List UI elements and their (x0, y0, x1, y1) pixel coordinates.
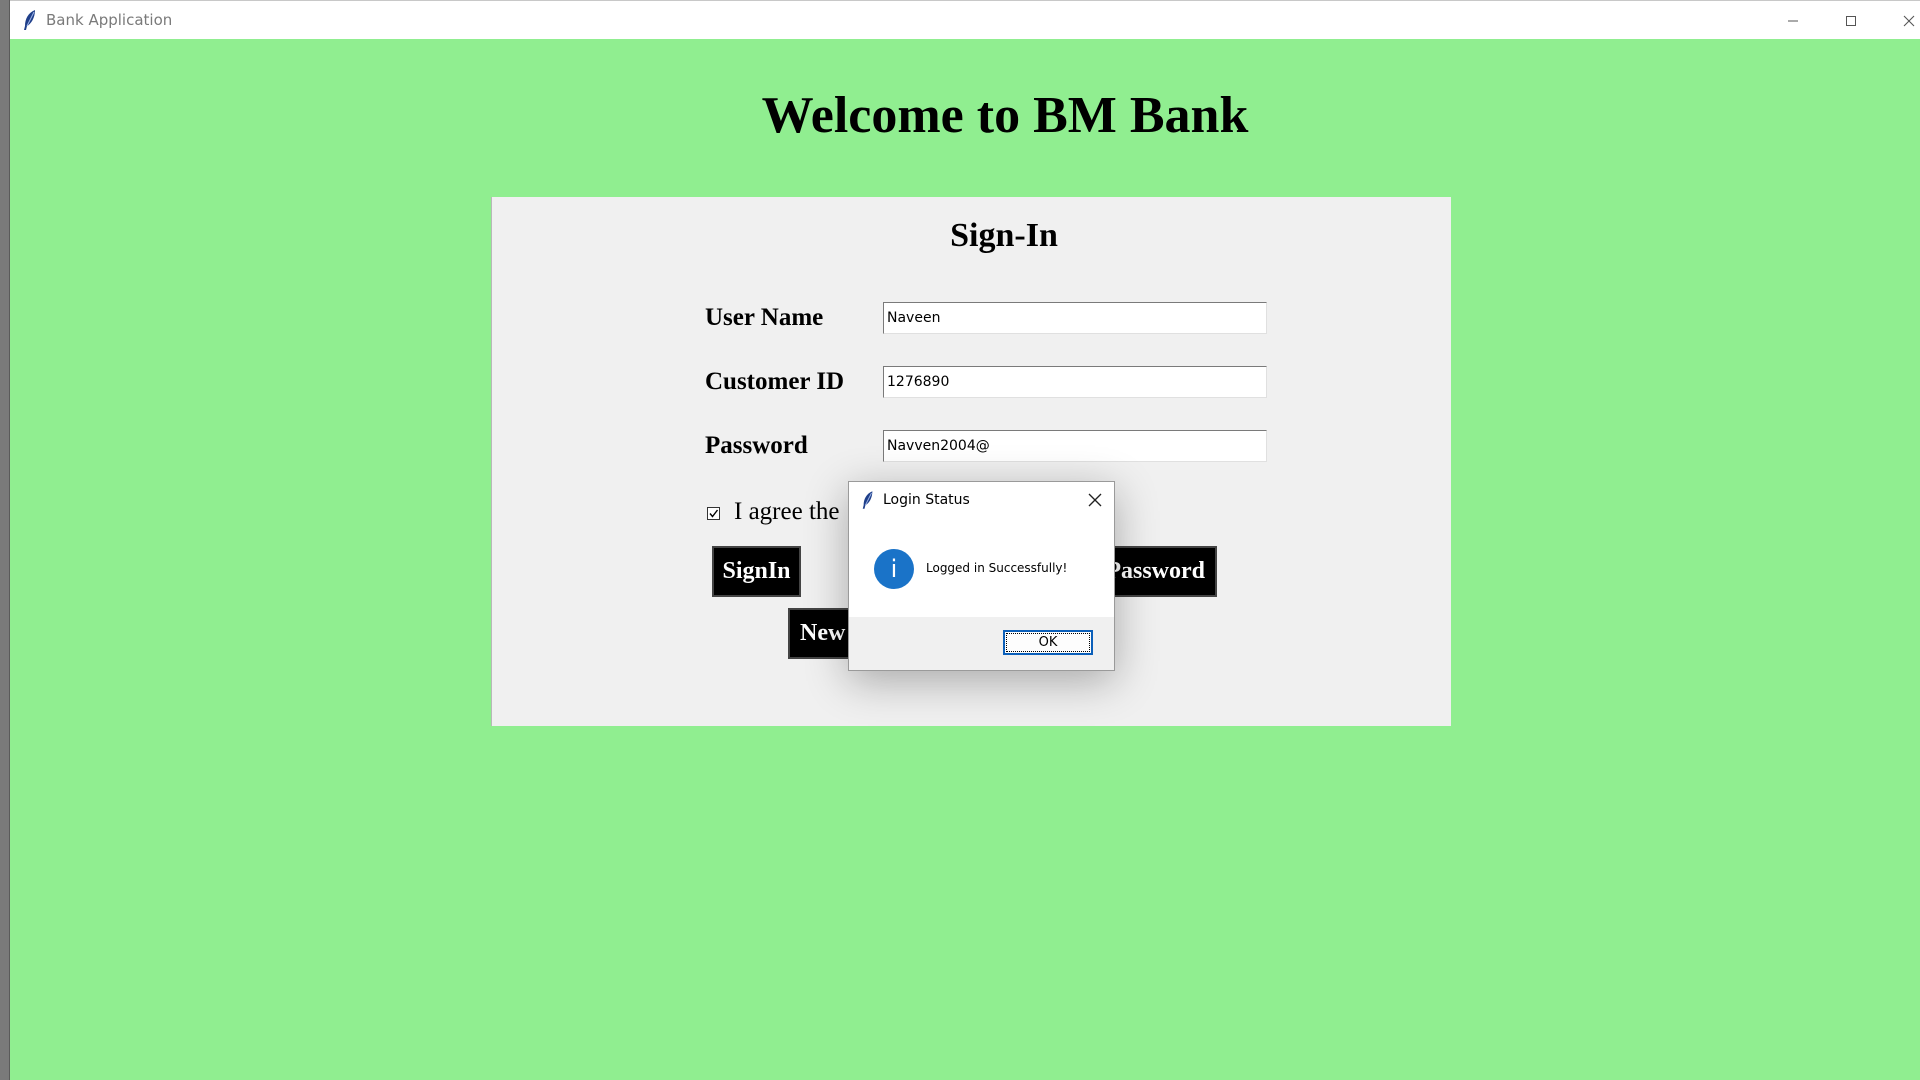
window-title: Bank Application (46, 11, 173, 29)
minimize-icon (1788, 20, 1798, 21)
dialog-close-button[interactable] (1086, 491, 1104, 509)
welcome-heading: Welcome to BM Bank (761, 87, 1249, 144)
dialog-title: Login Status (883, 492, 970, 508)
agree-checkbox[interactable] (707, 507, 720, 520)
close-button[interactable] (1880, 1, 1920, 40)
forgot-password-button[interactable]: Password (1104, 546, 1217, 597)
dialog-message: Logged in Successfully! (926, 561, 1068, 575)
info-icon: i (874, 549, 914, 589)
signin-button[interactable]: SignIn (712, 546, 801, 597)
feather-icon (861, 490, 875, 514)
agree-label: I agree the (734, 498, 840, 525)
checkmark-icon (709, 509, 719, 518)
dialog-body: i Logged in Successfully! (849, 519, 1114, 617)
minimize-button[interactable] (1764, 1, 1822, 40)
ok-button[interactable]: OK (1003, 630, 1093, 655)
close-icon (1903, 15, 1915, 26)
password-input[interactable]: Navven2004@ (883, 430, 1267, 462)
maximize-button[interactable] (1822, 1, 1880, 40)
close-icon (1088, 493, 1102, 507)
password-label: Password (705, 432, 808, 459)
username-input[interactable]: Naveen (883, 302, 1267, 334)
username-label: User Name (705, 304, 824, 331)
maximize-icon (1846, 15, 1856, 26)
dialog-footer: OK (849, 617, 1114, 670)
app-window: Bank Application Welcome to BM Bank Sign… (9, 0, 1920, 1080)
dialog-title-bar[interactable]: Login Status (849, 482, 1114, 519)
title-bar[interactable]: Bank Application (10, 0, 1920, 39)
feather-icon (22, 9, 38, 31)
signin-title: Sign-In (950, 217, 1058, 254)
customer-id-input[interactable]: 1276890 (883, 366, 1267, 398)
login-status-dialog: Login Status i Logged in Successfully! O… (848, 481, 1115, 671)
customer-id-label: Customer ID (705, 368, 845, 395)
